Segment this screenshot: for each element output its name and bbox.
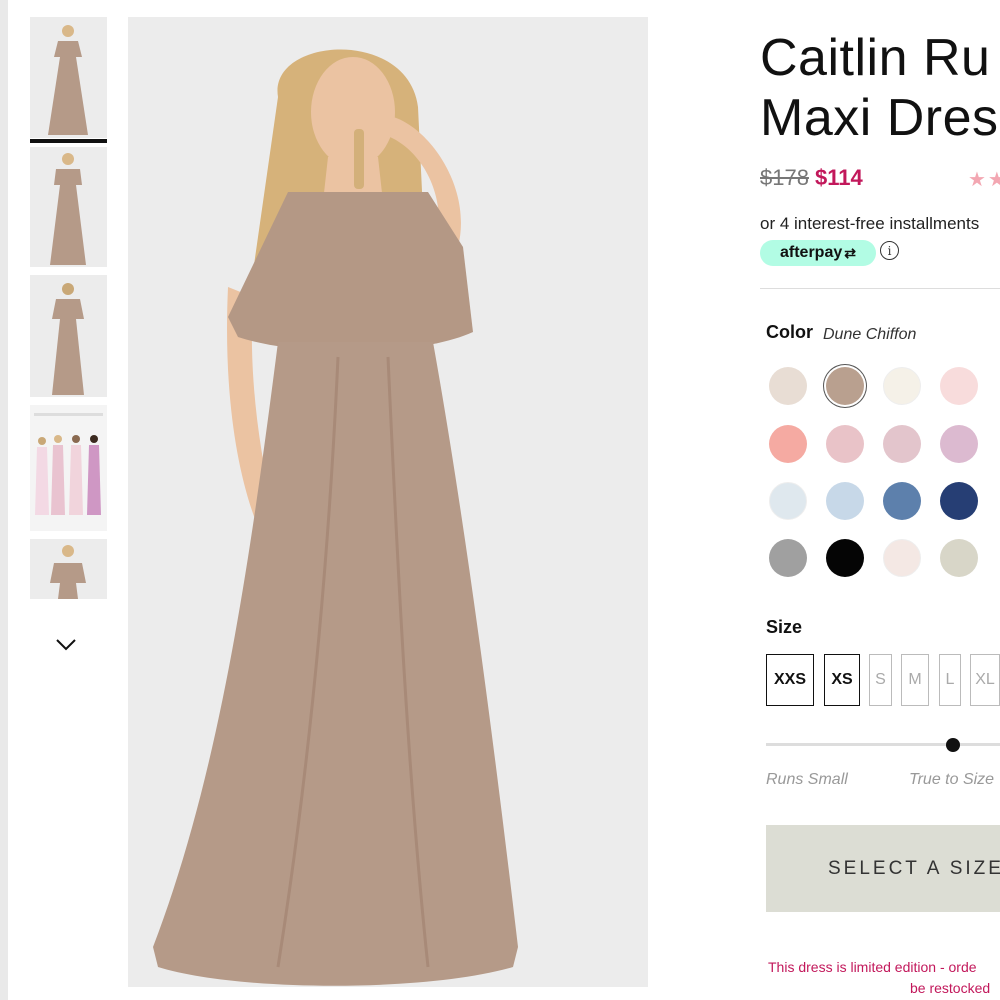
color-swatch-15[interactable] (883, 539, 921, 577)
afterpay-badge[interactable]: afterpay ⇄ (760, 240, 876, 266)
product-title-line-1: Caitlin Ru (760, 29, 991, 87)
size-option-m[interactable]: M (901, 654, 929, 706)
size-option-l[interactable]: L (939, 654, 961, 706)
fit-runs-small-label: Runs Small (766, 771, 848, 788)
thumbnail-5[interactable] (30, 539, 107, 599)
info-icon[interactable]: i (880, 241, 899, 260)
color-swatch-4[interactable] (940, 367, 978, 405)
window-edge (0, 0, 8, 1000)
color-swatch-12[interactable] (940, 482, 978, 520)
color-swatch-10[interactable] (826, 482, 864, 520)
thumbnail-1[interactable] (30, 17, 107, 138)
price-row: $178 $114 (760, 165, 863, 191)
size-label: Size (766, 617, 803, 637)
selected-color-name: Dune Chiffon (823, 326, 917, 343)
size-option-xxs[interactable]: XXS (766, 654, 814, 706)
rating-stars[interactable]: ★★ (968, 167, 1000, 192)
afterpay-label: afterpay (780, 244, 843, 261)
divider (760, 288, 1000, 289)
size-option-xs[interactable]: XS (824, 654, 860, 706)
fit-true-to-size-label: True to Size (909, 771, 995, 788)
limited-edition-notice-cont: be restocked (910, 980, 991, 996)
color-swatch-11[interactable] (883, 482, 921, 520)
color-swatch-14[interactable] (826, 539, 864, 577)
thumbnail-2[interactable] (30, 147, 107, 267)
color-swatch-9[interactable] (769, 482, 807, 520)
color-label: Color (766, 322, 813, 342)
color-swatch-5[interactable] (769, 425, 807, 463)
fit-scale-track (766, 743, 1000, 746)
original-price: $178 (760, 165, 809, 190)
select-a-size-button[interactable]: SELECT A SIZE (766, 825, 1000, 912)
afterpay-arrows-icon: ⇄ (844, 244, 856, 261)
fit-scale-marker (946, 738, 960, 752)
size-option-s[interactable]: S (869, 654, 892, 706)
chevron-down-icon[interactable] (54, 633, 78, 657)
limited-edition-notice: This dress is limited edition - orde (768, 959, 977, 975)
thumbnail-active-indicator (30, 139, 107, 143)
color-swatch-2[interactable] (826, 367, 864, 405)
color-swatch-13[interactable] (769, 539, 807, 577)
main-product-image[interactable] (128, 17, 648, 987)
color-swatch-1[interactable] (769, 367, 807, 405)
color-swatch-7[interactable] (883, 425, 921, 463)
product-title: Caitlin Ru Maxi Dres (760, 28, 999, 148)
thumbnail-4[interactable] (30, 405, 107, 531)
color-swatch-16[interactable] (940, 539, 978, 577)
color-swatch-6[interactable] (826, 425, 864, 463)
color-swatch-8[interactable] (940, 425, 978, 463)
product-title-line-2: Maxi Dres (760, 89, 999, 147)
thumbnail-3[interactable] (30, 275, 107, 397)
installments-text: or 4 interest-free installments (760, 214, 980, 233)
sale-price: $114 (814, 165, 863, 190)
color-swatch-3[interactable] (883, 367, 921, 405)
size-option-xl[interactable]: XL (970, 654, 1000, 706)
